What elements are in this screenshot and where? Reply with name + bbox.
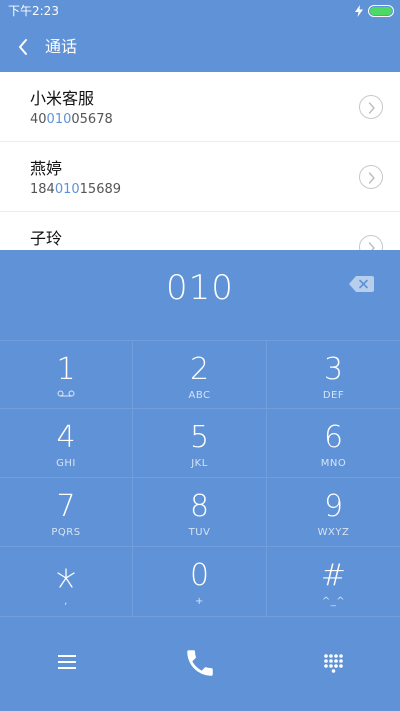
key-letters: ABC xyxy=(188,390,211,401)
contact-match-list: 小米客服 4001005678 燕婷 18401015689 子玲 xyxy=(0,72,400,250)
key-letters: MNO xyxy=(320,458,347,469)
contact-item[interactable]: 子玲 xyxy=(0,212,400,250)
key-8[interactable]: 8 TUV xyxy=(133,478,267,547)
key-3[interactable]: 3 DEF xyxy=(267,341,400,409)
key-7[interactable]: 7 PQRS xyxy=(0,478,133,547)
key-digit: 5 xyxy=(189,420,210,455)
key-digit: # xyxy=(320,558,347,593)
key-hash[interactable]: # ^_^ xyxy=(267,547,400,617)
contact-item[interactable]: 燕婷 18401015689 xyxy=(0,142,400,212)
contact-name: 子玲 xyxy=(30,229,63,248)
key-letters: GHI xyxy=(56,458,76,469)
key-letters: JKL xyxy=(191,458,208,469)
status-time: 下午2:23 xyxy=(8,4,59,18)
contact-name: 小米客服 xyxy=(30,89,95,108)
key-0[interactable]: 0 + xyxy=(133,547,267,617)
voicemail-icon xyxy=(0,390,132,398)
key-1[interactable]: 1 xyxy=(0,341,133,409)
contact-number: 4001005678 xyxy=(30,112,113,127)
key-6[interactable]: 6 MNO xyxy=(267,409,400,478)
chevron-right-circle-icon[interactable] xyxy=(359,235,383,250)
charging-bolt-icon xyxy=(355,5,363,17)
keypad: 1 2 ABC 3 DEF 4 GHI 5 JKL 6 MNO 7 PQRS 8… xyxy=(0,340,400,617)
number-match-highlight: 010 xyxy=(54,182,80,197)
phone-icon[interactable] xyxy=(183,646,217,680)
dialer-panel: 010 1 2 ABC 3 DEF 4 GHI 5 JKL 6 MNO 7 PQ… xyxy=(0,250,400,711)
status-icons xyxy=(355,4,394,18)
page-title: 通话 xyxy=(45,37,78,56)
key-4[interactable]: 4 GHI xyxy=(0,409,133,478)
key-2[interactable]: 2 ABC xyxy=(133,341,267,409)
key-digit: 8 xyxy=(189,489,210,524)
key-digit: 9 xyxy=(323,489,344,524)
backspace-icon[interactable] xyxy=(348,274,376,294)
asterisk-icon xyxy=(0,567,132,589)
battery-icon xyxy=(368,5,394,17)
status-bar: 下午2:23 xyxy=(0,0,400,22)
chevron-left-icon[interactable] xyxy=(14,37,34,57)
dialed-number-display: 010 xyxy=(166,268,234,308)
contact-number: 18401015689 xyxy=(30,182,122,197)
chevron-right-circle-icon[interactable] xyxy=(359,165,383,189)
key-digit: 7 xyxy=(56,489,76,524)
key-letters: + xyxy=(195,596,204,607)
key-star[interactable]: , xyxy=(0,547,133,617)
number-match-highlight: 010 xyxy=(46,112,72,127)
battery-fill xyxy=(370,7,392,15)
contact-name: 燕婷 xyxy=(30,159,63,178)
key-letters: WXYZ xyxy=(317,527,350,538)
key-5[interactable]: 5 JKL xyxy=(133,409,267,478)
dialer-screen: 下午2:23 通话 小米客服 4001005678 燕婷 18401015689… xyxy=(0,0,400,711)
key-letters: PQRS xyxy=(51,527,81,538)
key-digit: 2 xyxy=(189,352,210,387)
contact-item[interactable]: 小米客服 4001005678 xyxy=(0,72,400,142)
menu-icon[interactable] xyxy=(58,654,76,670)
key-9[interactable]: 9 WXYZ xyxy=(267,478,400,547)
key-digit: 3 xyxy=(323,352,344,387)
key-digit: 4 xyxy=(56,420,76,455)
key-letters: , xyxy=(64,596,68,607)
key-digit: 6 xyxy=(323,420,344,455)
key-digit: 1 xyxy=(56,352,76,387)
key-letters: TUV xyxy=(188,527,211,538)
header-bar: 通话 xyxy=(0,22,400,72)
key-letters: ^_^ xyxy=(321,596,346,607)
dialpad-icon[interactable] xyxy=(323,653,343,673)
chevron-right-circle-icon[interactable] xyxy=(359,95,383,119)
key-letters: DEF xyxy=(322,390,345,401)
bottom-action-bar xyxy=(0,616,400,711)
key-digit: 0 xyxy=(189,558,210,593)
